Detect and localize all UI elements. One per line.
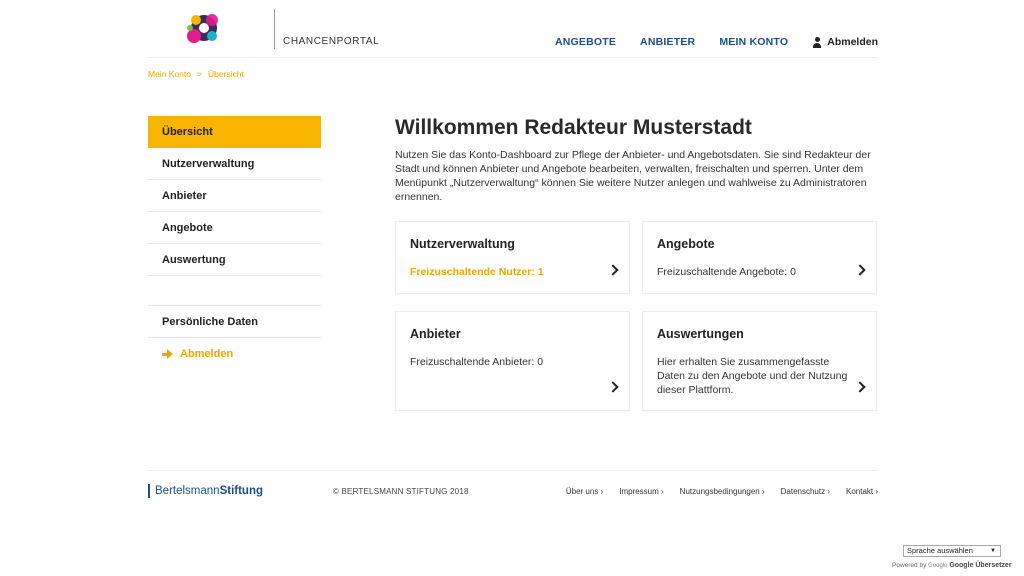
arrow-right-icon [162,349,173,359]
intro-text: Nutzen Sie das Konto-Dashboard zur Pfleg… [395,149,871,203]
copyright: © BERTELSMANN STIFTUNG 2018 [333,487,469,496]
sidebar-logout-label: Abmelden [180,348,234,360]
sidebar-item-angebote[interactable]: Angebote [148,212,321,244]
site-footer: BertelsmannStiftung © BERTELSMANN STIFTU… [148,470,878,510]
card-auswertungen[interactable]: Auswertungen Hier erhalten Sie zusammeng… [642,311,877,411]
chancenportal-logo[interactable] [178,8,226,50]
card-title: Anbieter [410,327,461,341]
nav-mein-konto[interactable]: MEIN KONTO [719,36,788,48]
logo-text-2: Stiftung [219,485,263,497]
main-nav: ANGEBOTE ANBIETER MEIN KONTO Abmelden [555,36,878,48]
sidebar-item-uebersicht[interactable]: Übersicht [148,116,321,148]
card-text: Hier erhalten Sie zusammengefasste Daten… [657,356,848,396]
card-text: Freizuschaltende Angebote: 0 [657,266,796,278]
breadcrumb: Mein Konto > Übersicht [148,69,244,79]
footer-link-nutzungsbedingungen[interactable]: Nutzungsbedingungen › [680,487,765,496]
logo-divider [274,9,275,49]
language-select-value: Sprache auswählen [907,546,973,555]
sidebar-item-persoenliche-daten[interactable]: Persönliche Daten [148,306,321,338]
sidebar-divider [148,276,321,306]
card-text: Freizuschaltende Anbieter: 0 [410,356,544,368]
breadcrumb-mein-konto[interactable]: Mein Konto [148,69,191,79]
google-translate-link[interactable]: Google Übersetzer [949,562,1011,569]
user-icon [812,36,822,48]
card-text: Freizuschaltende Nutzer: 1 [410,266,544,278]
language-select[interactable]: Sprache auswählen ▼ [903,545,1001,557]
main-content: Willkommen Redakteur Musterstadt Nutzen … [395,116,877,204]
site-header: CHANCENPORTAL ANGEBOTE ANBIETER MEIN KON… [148,0,878,58]
powered-by-google: Powered by Google Google Übersetzer [892,562,1012,569]
footer-link-datenschutz[interactable]: Datenschutz › [781,487,830,496]
sidebar-item-anbieter[interactable]: Anbieter [148,180,321,212]
dropdown-arrow-icon: ▼ [990,548,996,554]
card-title: Angebote [657,237,715,251]
bertelsmann-stiftung-logo[interactable]: BertelsmannStiftung [148,484,263,498]
logo-text-1: Bertelsmann [155,485,220,497]
nav-angebote[interactable]: ANGEBOTE [555,36,616,48]
footer-link-kontakt[interactable]: Kontakt › [846,487,878,496]
dashboard-cards: Nutzerverwaltung Freizuschaltende Nutzer… [395,221,877,411]
card-nutzerverwaltung[interactable]: Nutzerverwaltung Freizuschaltende Nutzer… [395,221,630,294]
card-angebote[interactable]: Angebote Freizuschaltende Angebote: 0 [642,221,877,294]
footer-links: Über uns › Impressum › Nutzungsbedingung… [566,487,878,496]
google-small-logo: Google [928,563,948,569]
nav-anbieter[interactable]: ANBIETER [640,36,695,48]
sidebar: Übersicht Nutzerverwaltung Anbieter Ange… [148,116,321,370]
card-anbieter[interactable]: Anbieter Freizuschaltende Anbieter: 0 [395,311,630,411]
powered-by-text: Powered by [892,562,927,569]
sidebar-logout-link[interactable]: Abmelden [148,338,321,370]
chevron-right-icon [607,381,619,393]
sidebar-item-auswertung[interactable]: Auswertung [148,244,321,276]
brand-name: CHANCENPORTAL [283,36,380,47]
footer-link-ueber-uns[interactable]: Über uns › [566,487,603,496]
footer-link-impressum[interactable]: Impressum › [619,487,663,496]
header-logout-link[interactable]: Abmelden [812,36,878,48]
breadcrumb-uebersicht[interactable]: Übersicht [208,69,244,79]
sidebar-item-nutzerverwaltung[interactable]: Nutzerverwaltung [148,148,321,180]
header-logout-label: Abmelden [827,36,878,48]
chevron-right-icon [854,381,866,393]
page-title: Willkommen Redakteur Musterstadt [395,116,752,139]
breadcrumb-separator: > [197,69,202,79]
card-title: Auswertungen [657,327,744,341]
card-title: Nutzerverwaltung [410,237,515,251]
